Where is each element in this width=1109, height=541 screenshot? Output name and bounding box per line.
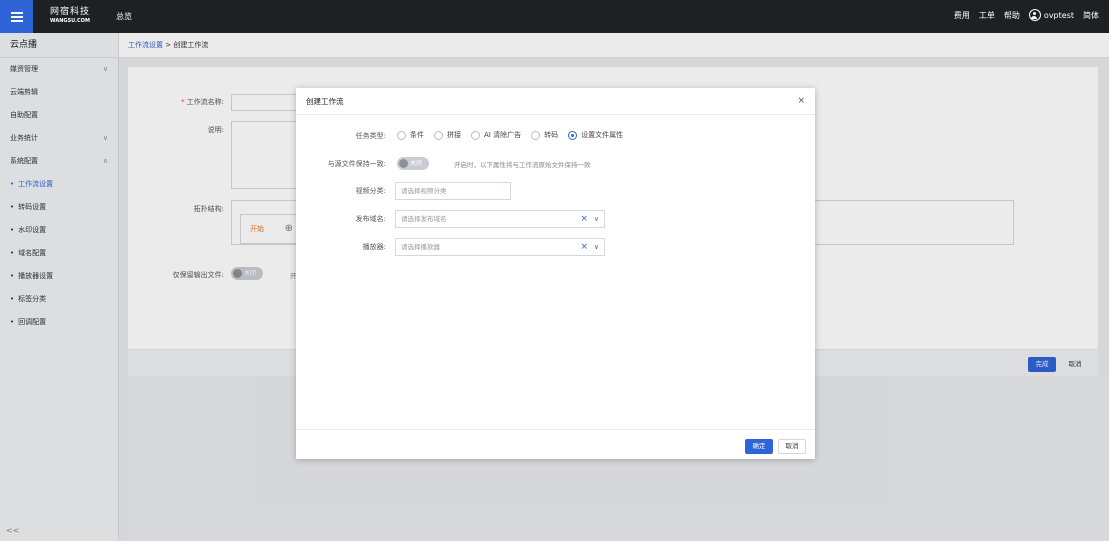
logo[interactable]: 网宿科技 WANGSU.COM [42, 7, 98, 25]
confirm-button[interactable]: 确定 [745, 439, 773, 454]
top-right-menu: 费用 工单 帮助 ovptest 简体 [954, 9, 1099, 21]
chevron-down-icon[interactable]: ∨ [594, 211, 599, 227]
close-icon[interactable]: × [797, 88, 805, 115]
source-consistent-label: 与源文件保持一致: [327, 160, 386, 168]
user-icon [1028, 9, 1041, 21]
category-label: 视频分类: [355, 187, 386, 195]
radio-selected-icon [568, 130, 578, 140]
radio-set-file-attributes[interactable]: 设置文件属性 [568, 130, 623, 140]
radio-icon [471, 130, 480, 140]
dialog-footer: 确定 取消 [296, 429, 815, 459]
domain-placeholder: 请选择发布域名 [401, 215, 447, 223]
radio-transcode[interactable]: 转码 [531, 130, 558, 140]
logo-cn: 网宿科技 [49, 7, 90, 17]
domain-select[interactable]: 请选择发布域名 × ∨ [395, 210, 605, 228]
player-select[interactable]: 请选择播放器 × ∨ [395, 238, 605, 256]
clear-icon[interactable]: × [580, 211, 588, 227]
dialog-title: 创建工作流 [306, 97, 344, 106]
radio-icon [434, 130, 443, 140]
task-type-radio-group: 条件 拼接 AI 清除广告 转码 设置文件属性 [397, 130, 623, 140]
radio-ai-remove-ads[interactable]: AI 清除广告 [471, 130, 521, 140]
language-switch[interactable]: 简体 [1083, 10, 1099, 21]
top-bar: 网宿科技 WANGSU.COM 总览 费用 工单 帮助 ovptest 简体 [0, 0, 1109, 33]
radio-concat[interactable]: 拼接 [434, 130, 461, 140]
radio-icon [531, 130, 541, 140]
domain-label: 发布域名: [355, 215, 386, 223]
source-consistent-hint: 开启时，以下属性将与工作流原始文件保持一致 [454, 161, 591, 169]
radio-condition[interactable]: 条件 [397, 130, 424, 140]
username: ovptest [1043, 10, 1074, 20]
chevron-down-icon[interactable]: ∨ [594, 239, 599, 255]
category-input[interactable]: 请选择视频分类 [395, 182, 511, 200]
source-consistent-toggle[interactable]: 关闭 [397, 157, 429, 170]
player-placeholder: 请选择播放器 [401, 243, 440, 251]
nav-ticket[interactable]: 工单 [979, 10, 995, 21]
task-type-label: 任务类型: [355, 132, 386, 140]
clear-icon[interactable]: × [580, 239, 588, 255]
dialog-header: 创建工作流 × [296, 88, 815, 115]
nav-overview[interactable]: 总览 [116, 11, 132, 22]
player-label: 播放器: [362, 243, 386, 251]
nav-help[interactable]: 帮助 [1004, 10, 1020, 21]
toggle-label: 关闭 [410, 160, 423, 167]
nav-fee[interactable]: 费用 [954, 10, 970, 21]
menu-icon[interactable] [0, 0, 33, 33]
user-menu[interactable]: ovptest [1028, 9, 1074, 21]
radio-icon [397, 130, 406, 140]
logo-en: WANGSU.COM [50, 18, 90, 24]
dialog-cancel-button[interactable]: 取消 [778, 439, 806, 454]
create-workflow-dialog: 创建工作流 × 任务类型: 条件 拼接 AI 清除广告 转码 设置文件属性 与源… [296, 88, 815, 459]
